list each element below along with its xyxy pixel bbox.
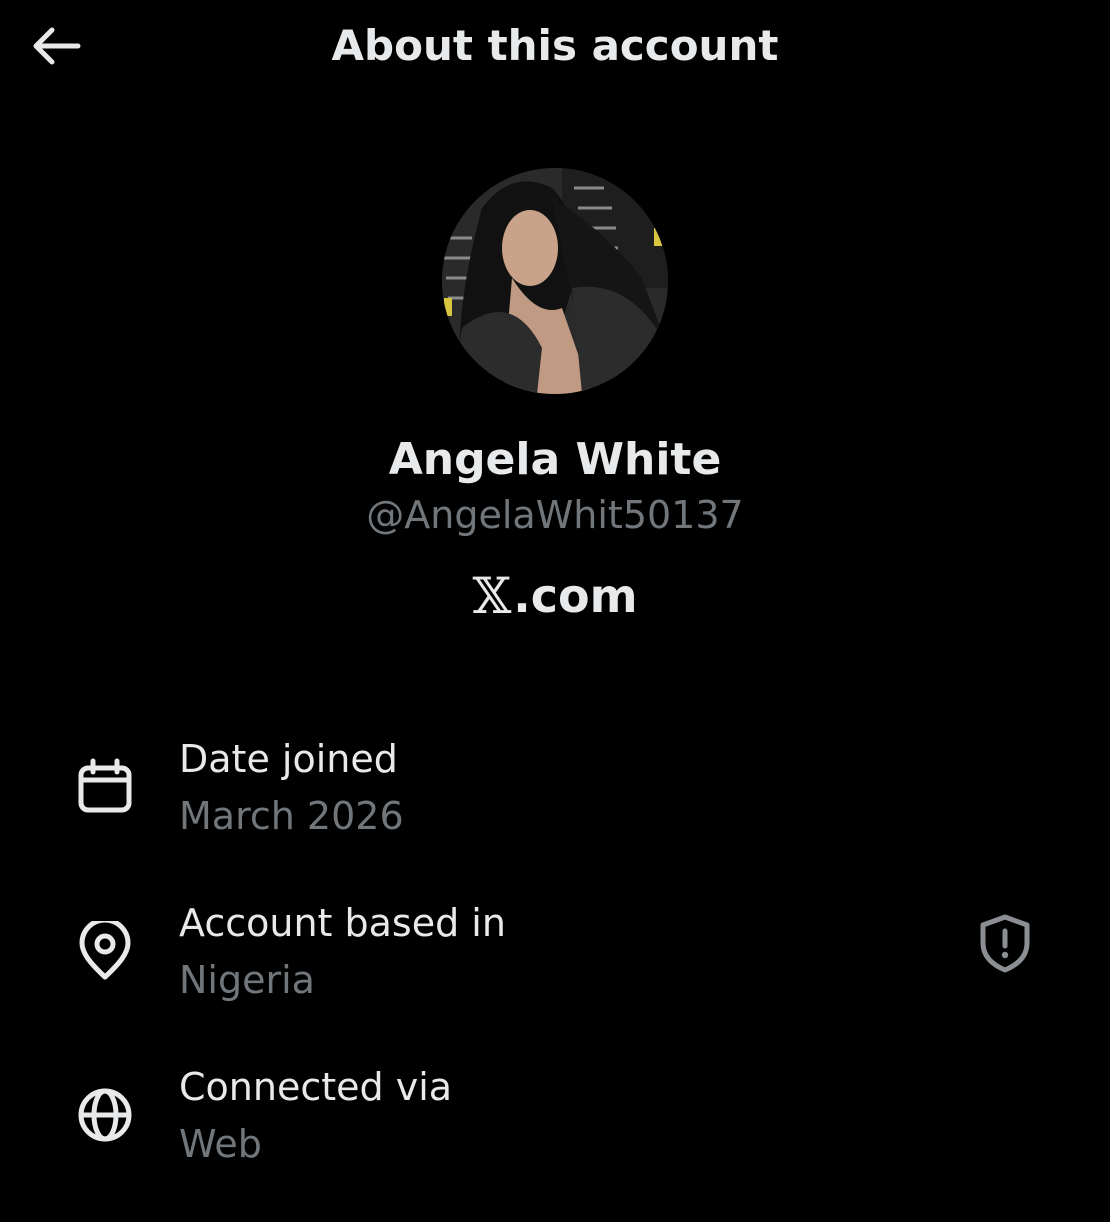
calendar-icon: [74, 756, 136, 818]
info-row-connected-via: Connected via Web: [0, 1058, 1110, 1222]
info-value: Nigeria: [179, 958, 315, 1002]
avatar[interactable]: [442, 168, 668, 394]
info-row-account-location: Account based in Nigeria: [0, 894, 1110, 1058]
info-row-date-joined: Date joined March 2026: [0, 730, 1110, 894]
header-bar: About this account: [0, 0, 1110, 95]
display-name: Angela White: [388, 434, 722, 485]
info-label: Account based in: [179, 901, 506, 945]
platform-suffix: .com: [513, 569, 638, 623]
info-label: Connected via: [179, 1065, 453, 1109]
platform-label: 𝕏 .com: [0, 566, 1110, 626]
x-logo-icon: 𝕏: [472, 567, 512, 625]
avatar-image: [442, 168, 668, 394]
account-info-list: Date joined March 2026 Account based in …: [0, 730, 1110, 1222]
shield-alert-button[interactable]: [974, 912, 1036, 974]
location-pin-icon: [74, 920, 136, 982]
info-label: Date joined: [179, 737, 398, 781]
globe-icon: [74, 1084, 136, 1146]
username-handle: @AngelaWhit50137: [366, 493, 744, 537]
info-value: March 2026: [179, 794, 404, 838]
shield-alert-icon: [980, 914, 1030, 973]
profile-section: Angela White @AngelaWhit50137 𝕏 .com: [0, 168, 1110, 626]
page-title: About this account: [331, 21, 779, 70]
info-value: Web: [179, 1122, 262, 1166]
